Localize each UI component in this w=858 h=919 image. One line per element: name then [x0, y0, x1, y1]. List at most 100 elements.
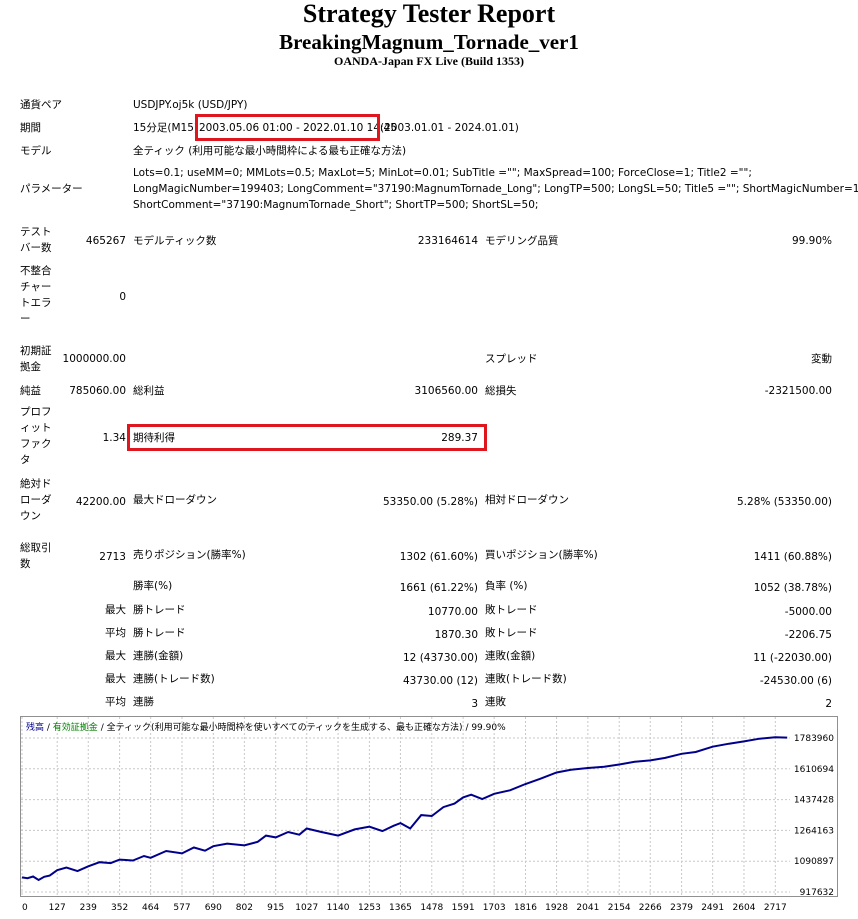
avg-loss-label: 敗トレード [485, 627, 538, 639]
legend-description: 全ティック(利用可能な最小時間枠を使いすべてのティックを生成する、最も正確な方法… [107, 721, 463, 733]
cons-win-count-label: 連勝(トレード数) [133, 673, 215, 685]
x-tick-label: 2041 [576, 903, 599, 913]
x-tick-label: 352 [111, 903, 128, 913]
legend-quality: / 99.90% [465, 723, 506, 733]
avg-cons-loss-value: 2 [825, 698, 832, 710]
total-trades-label-1: 総取引 [20, 542, 52, 554]
period-highlight-box [195, 114, 380, 141]
x-tick-label: 1816 [514, 903, 537, 913]
loss-rate-value: 1052 (38.78%) [753, 582, 832, 594]
x-tick-label: 2717 [764, 903, 787, 913]
max-win-label: 勝トレード [133, 604, 186, 616]
max-dd-label: 最大ドローダウン [133, 494, 217, 506]
net-profit-label: 純益 [20, 385, 41, 397]
avg-prefix-1: 平均 [105, 627, 126, 639]
gross-loss-value: -2321500.00 [764, 385, 832, 397]
x-tick-label: 1253 [358, 903, 381, 913]
x-tick-label: 2491 [701, 903, 724, 913]
report-title: Strategy Tester Report [302, 0, 556, 28]
deposit-value: 1000000.00 [62, 353, 126, 365]
cons-loss-money-value: 11 (-22030.00) [753, 652, 832, 664]
params-line-2: LongMagicNumber=199403; LongComment="371… [133, 183, 858, 195]
cons-loss-count-label: 連敗(トレード数) [485, 673, 567, 685]
y-tick-label: 1783960 [794, 734, 834, 744]
abs-dd-label-1: 絶対ド [20, 478, 52, 490]
params-line-3: ShortComment="37190:MagnumTornade_Short"… [133, 199, 539, 211]
x-tick-label: 127 [49, 903, 66, 913]
net-profit-value: 785060.00 [69, 385, 126, 397]
cons-win-count-value: 43730.00 (12) [403, 675, 478, 687]
max-dd-value: 53350.00 (5.28%) [383, 496, 478, 508]
balance-chart-svg: 917632 1090897 1264163 1437428 1610694 178396… [20, 716, 838, 913]
max-prefix-3: 最大 [105, 673, 126, 685]
y-tick-label: 1264163 [794, 826, 834, 836]
avg-cons-win-label: 連勝 [133, 696, 154, 708]
avg-loss-value: -2206.75 [784, 629, 832, 641]
chart-legend: 残高 / 有効証拠金 / 全ティック(利用可能な最小時間枠を使いすべてのティック… [26, 721, 506, 733]
quality-value: 99.90% [791, 235, 832, 247]
x-tick-label: 802 [236, 903, 253, 913]
max-win-value: 10770.00 [427, 606, 478, 618]
y-tick-label: 917632 [800, 888, 834, 898]
total-trades-label-2: 数 [20, 558, 31, 570]
profit-factor-label-3: ファク [20, 438, 52, 450]
bars-label-1: テスト [20, 226, 52, 238]
ticks-label: モデルティック数 [133, 235, 217, 247]
bars-value: 465267 [85, 235, 126, 247]
x-tick-label: 1703 [483, 903, 506, 913]
x-tick-label: 0 [22, 903, 28, 913]
x-tick-label: 577 [173, 903, 190, 913]
max-prefix-1: 最大 [105, 604, 126, 616]
x-tick-label: 2379 [670, 903, 693, 913]
y-tick-label: 1610694 [794, 765, 834, 775]
rel-dd-value: 5.28% (53350.00) [737, 496, 832, 508]
profit-factor-label-1: プロフ [20, 406, 52, 418]
profit-factor-value: 1.34 [102, 432, 126, 444]
cons-win-money-label: 連勝(金額) [133, 650, 184, 662]
avg-win-value: 1870.30 [434, 629, 478, 641]
params-line-1: Lots=0.1; useMM=0; MMLots=0.5; MaxLot=5;… [133, 167, 752, 179]
mismatch-label-3: トエラ [20, 297, 52, 309]
x-tick-label: 1591 [452, 903, 475, 913]
y-tick-label: 1437428 [794, 796, 834, 806]
x-tick-labels: 0 127 239 352 464 577 690 802 915 1027 1140 1253 136… [22, 903, 787, 913]
abs-dd-label-3: ウン [20, 510, 41, 522]
avg-cons-loss-label: 連敗 [485, 696, 506, 708]
balance-chart: 917632 1090897 1264163 1437428 1610694 178396… [20, 716, 838, 915]
abs-dd-value: 42200.00 [75, 496, 126, 508]
period-label: 期間 [20, 122, 41, 134]
loss-rate-label: 負率 (%) [485, 580, 528, 592]
mismatch-value: 0 [119, 291, 126, 303]
avg-win-label: 勝トレード [133, 627, 186, 639]
quality-label: モデリング品質 [485, 235, 559, 247]
x-tick-label: 915 [267, 903, 284, 913]
bars-label-2: バー数 [20, 242, 52, 254]
x-tick-label: 1478 [420, 903, 443, 913]
cons-win-money-value: 12 (43730.00) [403, 652, 478, 664]
spread-value: 変動 [811, 353, 832, 365]
x-tick-label: 1928 [545, 903, 568, 913]
gross-profit-label: 総利益 [133, 385, 165, 397]
max-prefix-2: 最大 [105, 650, 126, 662]
win-rate-value: 1661 (61.22%) [399, 582, 478, 594]
ticks-value: 233164614 [417, 235, 478, 247]
legend-equity: 有効証拠金 [53, 721, 98, 733]
period-setting: (2003.01.01 - 2024.01.01) [380, 122, 519, 134]
x-tick-label: 2154 [608, 903, 631, 913]
x-tick-label: 1140 [327, 903, 350, 913]
avg-prefix-2: 平均 [105, 696, 126, 708]
model-label: モデル [20, 145, 52, 157]
x-tick-label: 2604 [733, 903, 756, 913]
short-positions-value: 1302 (61.60%) [399, 551, 478, 563]
cons-loss-count-value: -24530.00 (6) [759, 675, 832, 687]
model-value: 全ティック (利用可能な最小時間枠による最も正確な方法) [133, 145, 407, 157]
gross-profit-value: 3106560.00 [414, 385, 478, 397]
params-label: パラメーター [20, 183, 83, 195]
long-positions-value: 1411 (60.88%) [753, 551, 832, 563]
legend-balance: 残高 [26, 721, 44, 733]
avg-cons-win-value: 3 [471, 698, 478, 710]
x-tick-label: 464 [142, 903, 159, 913]
spread-label: スプレッド [485, 353, 538, 365]
rel-dd-label: 相対ドローダウン [485, 494, 569, 506]
cons-loss-money-label: 連敗(金額) [485, 650, 536, 662]
